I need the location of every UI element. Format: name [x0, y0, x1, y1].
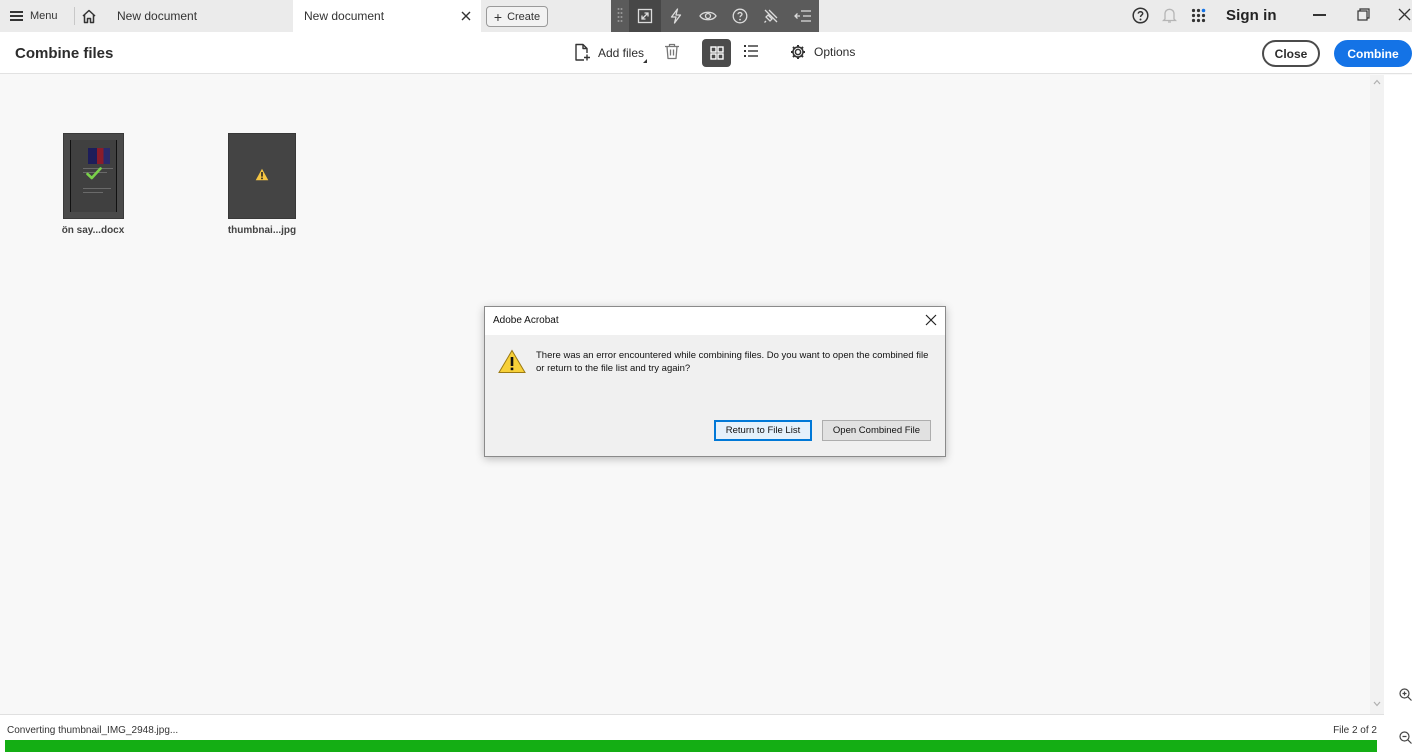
status-text: Converting thumbnail_IMG_2948.jpg...	[7, 725, 179, 736]
error-dialog: Adobe Acrobat There was an error encount…	[484, 306, 946, 457]
title-bar: Menu New document New document + Create	[0, 0, 1412, 32]
tab-label: New document	[117, 9, 198, 23]
home-button[interactable]	[79, 6, 99, 26]
marquee-zoom-button[interactable]	[628, 0, 661, 32]
status-bar: Converting thumbnail_IMG_2948.jpg... Fil…	[0, 714, 1384, 752]
help-button[interactable]	[724, 0, 756, 32]
close-button[interactable]: Close	[1262, 40, 1320, 67]
file-thumbnail	[62, 133, 124, 219]
right-panel	[1384, 75, 1412, 752]
add-file-icon	[575, 43, 590, 61]
options-button[interactable]: Options	[790, 44, 855, 60]
zoom-out-icon[interactable]	[1399, 731, 1412, 744]
create-button[interactable]: + Create	[486, 6, 548, 27]
menu-button[interactable]: Menu	[10, 6, 58, 26]
return-to-file-list-button[interactable]: Return to File List	[714, 420, 812, 441]
scroll-up-icon[interactable]	[1373, 79, 1381, 85]
collapse-panel-icon	[794, 10, 812, 22]
bell-icon[interactable]	[1162, 7, 1177, 24]
tab-label: New document	[304, 9, 385, 23]
plus-icon: +	[493, 8, 503, 25]
divider	[74, 7, 75, 25]
home-icon	[82, 9, 96, 23]
hamburger-icon	[10, 11, 23, 21]
file-name: thumbnai...jpg	[227, 225, 297, 236]
marquee-zoom-icon	[637, 8, 652, 24]
check-icon	[85, 167, 102, 180]
pin-off-icon	[764, 9, 778, 23]
apps-grid-icon[interactable]	[1191, 8, 1206, 23]
progress-fill	[5, 740, 1377, 752]
warning-icon	[498, 349, 526, 373]
lightning-icon	[671, 8, 682, 24]
add-files-button[interactable]: Add files	[574, 43, 647, 63]
close-icon[interactable]	[925, 314, 937, 326]
open-combined-file-button[interactable]: Open Combined File	[822, 420, 931, 441]
combine-toolbar: Combine files Add files Options Close Co…	[0, 32, 1412, 74]
collapse-panel-button[interactable]	[787, 0, 819, 32]
dialog-title: Adobe Acrobat	[493, 315, 559, 326]
create-label: Create	[507, 10, 541, 23]
dropdown-corner-icon	[643, 59, 647, 63]
file-tile[interactable]: thumbnai...jpg	[222, 133, 302, 236]
lightning-button[interactable]	[661, 0, 693, 32]
read-mode-button[interactable]	[692, 0, 724, 32]
grip-icon[interactable]	[611, 0, 629, 32]
gear-icon	[791, 45, 805, 59]
sign-in-button[interactable]: Sign in	[1226, 7, 1277, 24]
file-name: ön say...docx	[61, 225, 125, 236]
minimize-icon[interactable]	[1313, 14, 1326, 16]
dialog-message: There was an error encountered while com…	[536, 350, 929, 374]
restore-window-icon[interactable]	[1357, 8, 1370, 21]
window-close-icon[interactable]	[1398, 8, 1411, 21]
grid-view-button[interactable]	[702, 39, 731, 67]
file-tile[interactable]: ön say...docx	[58, 133, 128, 236]
zoom-in-icon[interactable]	[1399, 688, 1412, 701]
eye-icon	[699, 11, 717, 21]
page-title: Combine files	[15, 45, 114, 62]
list-view-icon[interactable]	[743, 44, 759, 58]
options-label: Options	[814, 45, 856, 59]
progress-bar	[5, 740, 1377, 752]
unpin-button[interactable]	[756, 0, 788, 32]
scroll-down-icon[interactable]	[1373, 701, 1381, 707]
dialog-titlebar: Adobe Acrobat	[485, 307, 945, 335]
file-counter: File 2 of 2	[1333, 725, 1377, 736]
tab-new-document-1[interactable]: New document	[104, 0, 292, 32]
add-files-label: Add files	[598, 45, 645, 60]
floating-toolbar	[611, 0, 819, 32]
grid-view-icon	[709, 46, 724, 60]
close-icon[interactable]	[459, 9, 473, 23]
file-thumbnail	[228, 133, 296, 219]
help-icon[interactable]	[1132, 7, 1149, 24]
menu-label: Menu	[30, 10, 58, 22]
tab-new-document-2[interactable]: New document	[293, 0, 481, 32]
combine-button[interactable]: Combine	[1334, 40, 1412, 67]
help-circle-icon	[732, 8, 748, 24]
vertical-scrollbar[interactable]	[1370, 75, 1384, 714]
warning-icon	[255, 168, 269, 181]
trash-icon[interactable]	[664, 43, 680, 60]
